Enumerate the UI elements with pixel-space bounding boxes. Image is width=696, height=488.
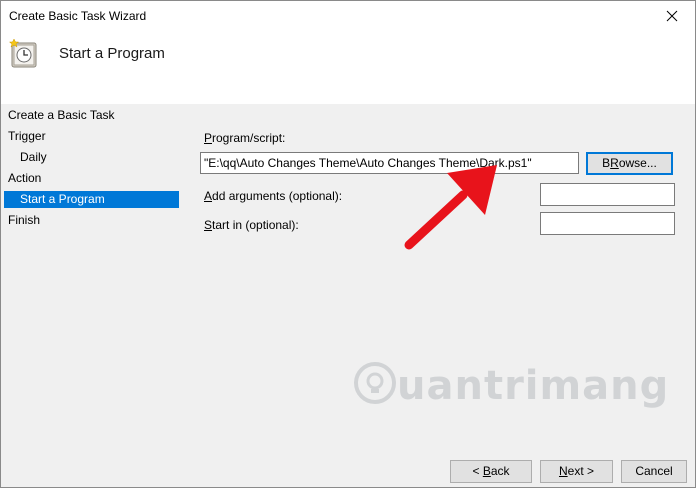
nav-step-start-a-program[interactable]: Start a Program <box>4 191 179 208</box>
browse-button[interactable]: BRowse... <box>586 152 673 175</box>
back-button[interactable]: < Back <box>450 460 532 483</box>
wizard-header: Start a Program <box>1 31 695 104</box>
wizard-window: Create Basic Task Wizard Start a Program… <box>0 0 696 488</box>
nav-step-trigger[interactable]: Trigger <box>4 128 179 145</box>
cancel-button[interactable]: Cancel <box>621 460 687 483</box>
add-arguments-input[interactable] <box>540 183 675 206</box>
watermark: uantrimang <box>353 361 668 410</box>
nav-step-finish[interactable]: Finish <box>4 212 179 229</box>
nav-step-action[interactable]: Action <box>4 170 179 187</box>
start-in-input[interactable] <box>540 212 675 235</box>
nav-step-daily[interactable]: Daily <box>4 149 179 166</box>
start-in-label: Start in (optional): <box>204 218 299 232</box>
watermark-text: uantrimang <box>397 363 670 409</box>
page-title: Start a Program <box>59 45 165 62</box>
task-scheduler-clock-icon <box>9 38 37 68</box>
program-script-label: Program/script: <box>204 131 286 145</box>
add-arguments-label: Add arguments (optional): <box>204 189 343 203</box>
window-title: Create Basic Task Wizard <box>9 9 147 23</box>
close-button[interactable] <box>649 1 695 31</box>
next-button[interactable]: Next > <box>540 460 613 483</box>
wizard-body: Create a Basic Task Trigger Daily Action… <box>1 104 695 487</box>
red-pointer-arrow-icon <box>404 165 497 250</box>
close-icon <box>666 10 678 22</box>
title-bar: Create Basic Task Wizard <box>1 1 695 31</box>
watermark-logo-icon <box>354 362 396 404</box>
program-script-input[interactable]: "E:\qq\Auto Changes Theme\Auto Changes T… <box>200 152 579 174</box>
nav-step-create-basic-task[interactable]: Create a Basic Task <box>4 107 179 124</box>
